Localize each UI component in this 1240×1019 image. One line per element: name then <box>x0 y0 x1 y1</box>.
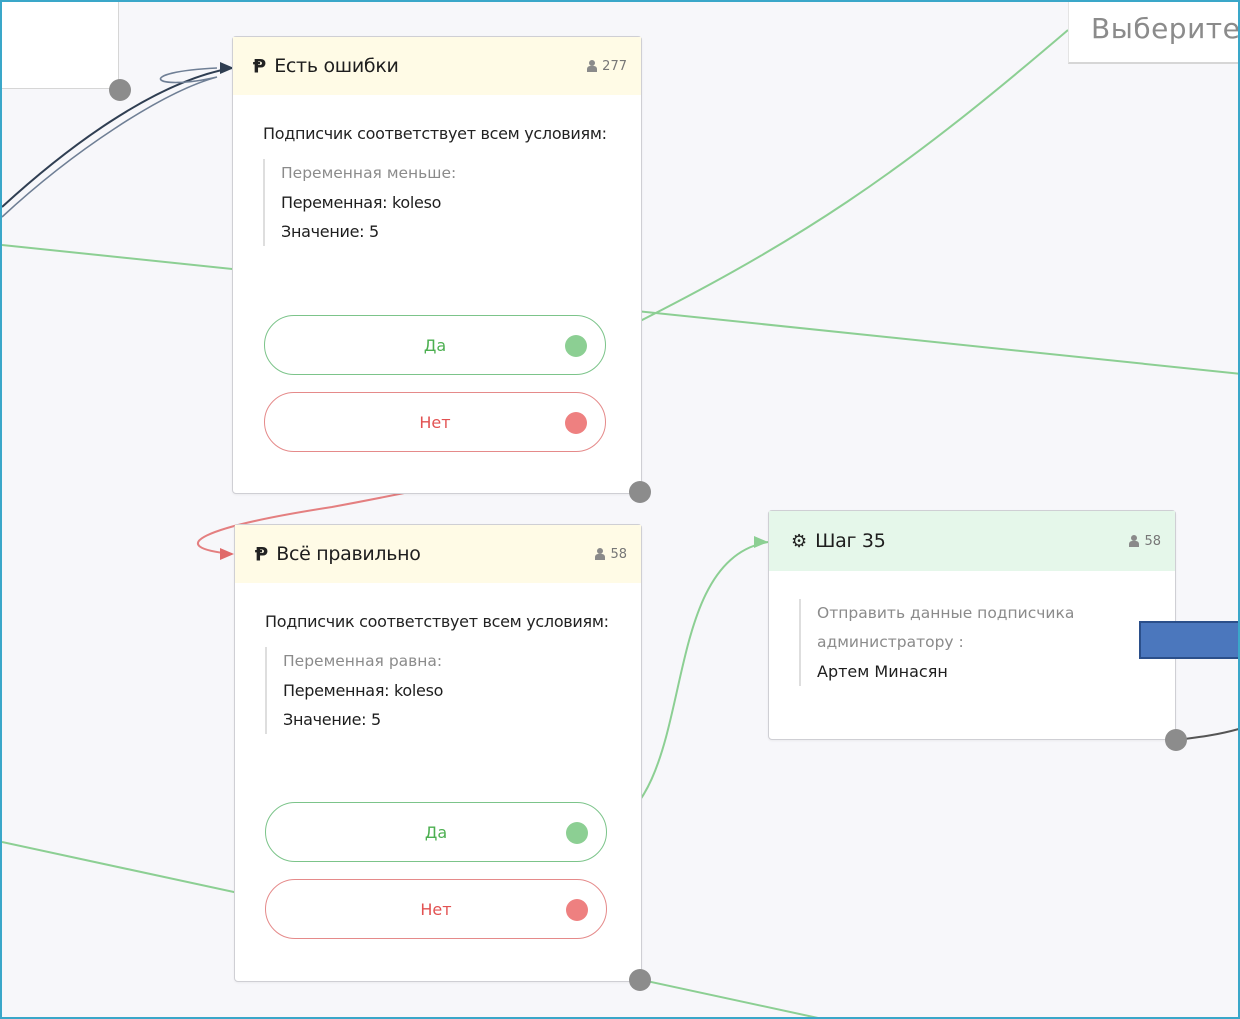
no-port[interactable] <box>566 899 588 921</box>
node-output-port[interactable] <box>629 481 651 503</box>
connection-dark-2 <box>2 67 218 218</box>
condition-type: Переменная равна: <box>283 652 443 670</box>
connection-green-yes1 <box>597 29 1069 343</box>
node-title: Есть ошибки <box>274 55 399 77</box>
subscriber-count: 277 <box>602 58 627 74</box>
gears-icon: ⚙ <box>791 530 808 552</box>
node-title: Шаг 35 <box>815 530 886 552</box>
user-icon <box>1129 535 1140 547</box>
yes-port[interactable] <box>565 335 587 357</box>
subscriber-count: 58 <box>610 546 627 562</box>
node-title: Всё правильно <box>276 543 421 565</box>
yes-label: Да <box>424 822 448 842</box>
condition-description: Подписчик соответствует всем условиям: <box>265 612 609 631</box>
user-icon <box>587 60 598 72</box>
branch-icon: Ᵽ <box>253 54 267 78</box>
condition-description: Подписчик соответствует всем условиям: <box>263 124 607 143</box>
condition-node-correct[interactable]: Ᵽ Всё правильно 58 Подписчик соответству… <box>234 524 651 991</box>
condition-value: Значение: 5 <box>283 710 381 729</box>
condition-block: Переменная меньше: Переменная: koleso Зн… <box>263 159 613 246</box>
user-icon <box>595 548 606 560</box>
action-recipient: Артем Минасян <box>817 662 948 681</box>
yes-button[interactable]: Да <box>264 315 606 375</box>
block-select-dropdown[interactable]: Выберите <box>1068 2 1240 64</box>
subscriber-counter: 277 <box>587 59 627 74</box>
yes-button[interactable]: Да <box>265 802 607 862</box>
side-panel <box>2 2 119 89</box>
no-label: Нет <box>420 899 452 919</box>
condition-variable: Переменная: koleso <box>283 681 444 700</box>
node-output-port[interactable] <box>1165 729 1187 751</box>
yes-port[interactable] <box>566 822 588 844</box>
condition-variable: Переменная: koleso <box>281 193 442 212</box>
subscriber-counter: 58 <box>595 547 627 562</box>
flow-canvas[interactable]: Ᵽ Есть ошибки 277 Подписчик соответствуе… <box>0 0 1240 1019</box>
select-placeholder: Выберите <box>1091 12 1240 45</box>
action-type: Отправить данные подписчика администрато… <box>817 604 1075 651</box>
no-port[interactable] <box>565 412 587 434</box>
no-button[interactable]: Нет <box>264 392 606 452</box>
subscriber-counter: 58 <box>1129 534 1161 549</box>
node-header[interactable]: Ᵽ Всё правильно 58 <box>235 525 641 583</box>
node-header[interactable]: ⚙ Шаг 35 58 <box>769 511 1175 571</box>
condition-block: Переменная равна: Переменная: koleso Зна… <box>265 647 613 734</box>
yes-label: Да <box>423 335 447 355</box>
branch-icon: Ᵽ <box>255 542 269 566</box>
node-header[interactable]: Ᵽ Есть ошибки 277 <box>233 37 641 95</box>
node-output-port[interactable] <box>629 969 651 991</box>
no-button[interactable]: Нет <box>265 879 607 939</box>
connection-arrow-green <box>754 536 768 548</box>
condition-type: Переменная меньше: <box>281 164 457 182</box>
condition-value: Значение: 5 <box>281 222 379 241</box>
connection-arrow-red <box>220 548 234 560</box>
action-node-step35[interactable]: ⚙ Шаг 35 58 Отправить данные подписчика … <box>768 510 1187 751</box>
condition-node-errors[interactable]: Ᵽ Есть ошибки 277 Подписчик соответствуе… <box>232 36 651 503</box>
no-label: Нет <box>419 412 451 432</box>
blue-rectangle-overlay <box>1139 621 1238 659</box>
action-block: Отправить данные подписчика администрато… <box>799 599 1117 686</box>
subscriber-count: 58 <box>1144 533 1161 549</box>
